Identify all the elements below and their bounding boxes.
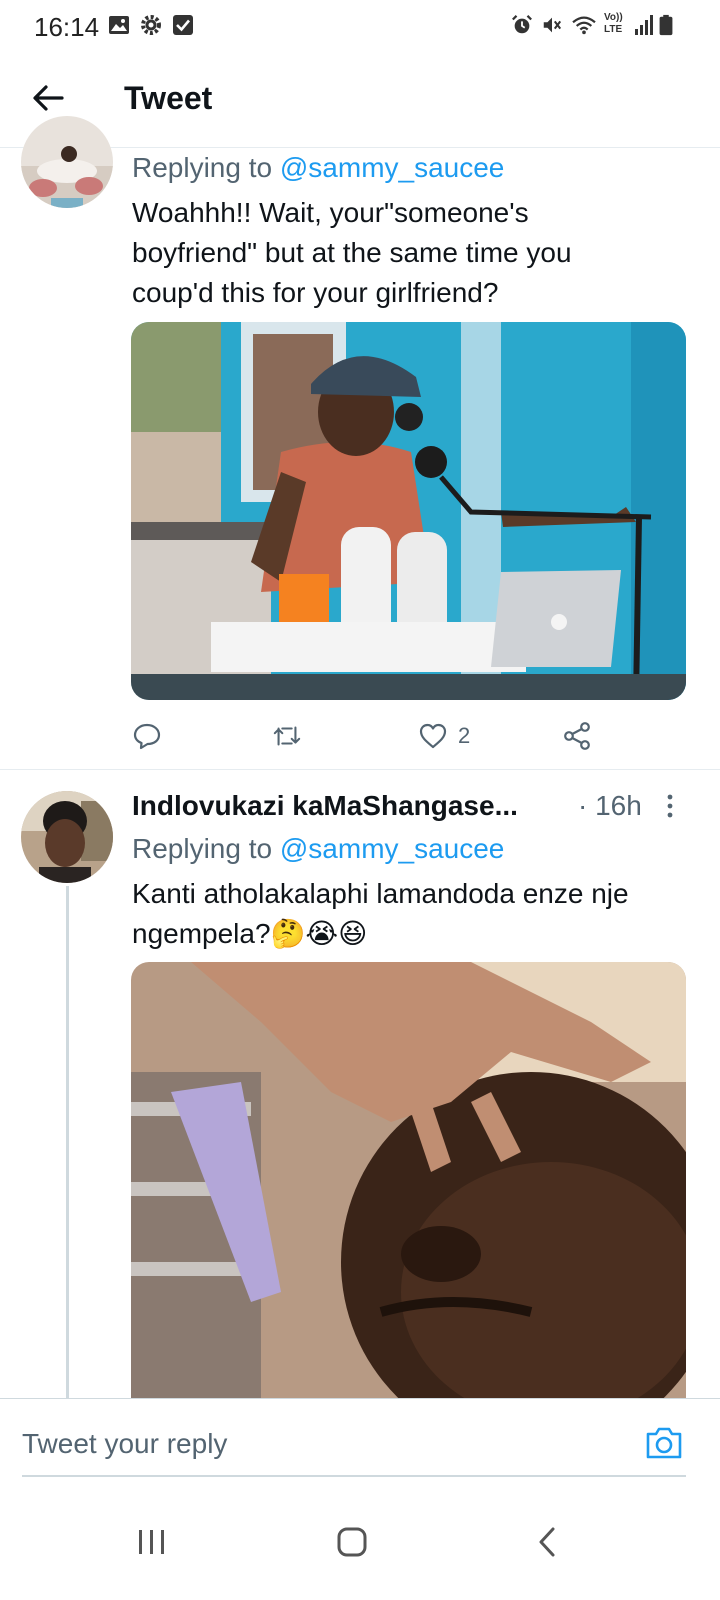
share-button[interactable] [562,716,592,756]
camera-button[interactable] [644,1425,684,1461]
back-button[interactable] [28,78,68,118]
reply-input[interactable] [22,1423,622,1465]
like-count: 2 [458,723,471,748]
volte-label: Vo)) LTE [604,12,623,35]
avatar[interactable] [21,791,113,883]
recents-button[interactable] [122,1512,182,1572]
reply-underline [22,1475,686,1477]
system-nav-bar [0,1488,720,1600]
avatar[interactable] [21,116,113,208]
share-icon [564,722,590,750]
gallery-icon [109,16,129,34]
avatar-photo [21,791,113,883]
tweet-text-fragment: ngempela? [132,918,271,949]
replying-handle-link[interactable]: @sammy_saucee [280,152,505,183]
author-name[interactable]: Indlovukazi kaMaShangase... [132,790,518,822]
tweet-text: Kanti atholakalaphi lamandoda enze nje n… [132,874,692,954]
app-header: Tweet [0,52,720,148]
tweet-text-line: Kanti atholakalaphi lamandoda enze nje [132,878,629,909]
recents-icon [139,1530,164,1554]
tweet-text: Woahhh!! Wait, your"someone's boyfriend"… [132,193,692,313]
retweet-button[interactable] [272,716,302,756]
more-options-button[interactable] [660,792,680,822]
replying-prefix: Replying to [132,152,280,183]
heart-icon [419,723,447,749]
tweet-media-image[interactable] [131,962,686,1398]
status-bar: 16:14 Vo)) LTE [0,0,720,52]
tweet-text-line: boyfriend" but at the same time you [132,237,572,268]
page-title: Tweet [124,80,213,116]
gear-icon [141,15,161,35]
tweet-text-line: Woahhh!! Wait, your"someone's [132,197,529,228]
mute-icon [543,17,562,33]
nav-back-button[interactable] [518,1512,578,1572]
comment-icon [133,723,161,750]
avatar-photo [21,116,113,208]
tweet-timestamp: · 16h [578,790,642,821]
alarm-icon [512,15,532,34]
tweet-actions: 2 [132,716,692,756]
replying-prefix: Replying to [132,833,280,864]
back-icon [539,1527,555,1557]
tweet-media-image[interactable] [131,322,686,700]
battery-icon [659,14,673,36]
signal-icon [635,15,653,35]
tweet-text-line: ngempela?🤔😭😆 [132,914,692,954]
retweet-icon [273,726,301,746]
status-time: 16:14 [34,12,100,42]
replying-handle-link[interactable]: @sammy_saucee [280,833,505,864]
home-icon [337,1527,367,1557]
podcast-photo [131,322,686,700]
tweet-divider [0,769,720,770]
replying-to: Replying to @sammy_saucee [132,833,504,865]
wifi-icon [572,16,596,35]
reply-button[interactable] [132,716,162,756]
thread-line [66,886,69,1398]
crying-man-photo [131,962,686,1398]
like-button[interactable]: 2 [418,716,470,756]
checkbox-icon [173,15,193,35]
replying-to: Replying to @sammy_saucee [132,152,504,184]
emoji-group: 🤔😭😆 [270,918,368,949]
home-button[interactable] [322,1512,382,1572]
tweet-text-line: coup'd this for your girlfriend? [132,277,499,308]
